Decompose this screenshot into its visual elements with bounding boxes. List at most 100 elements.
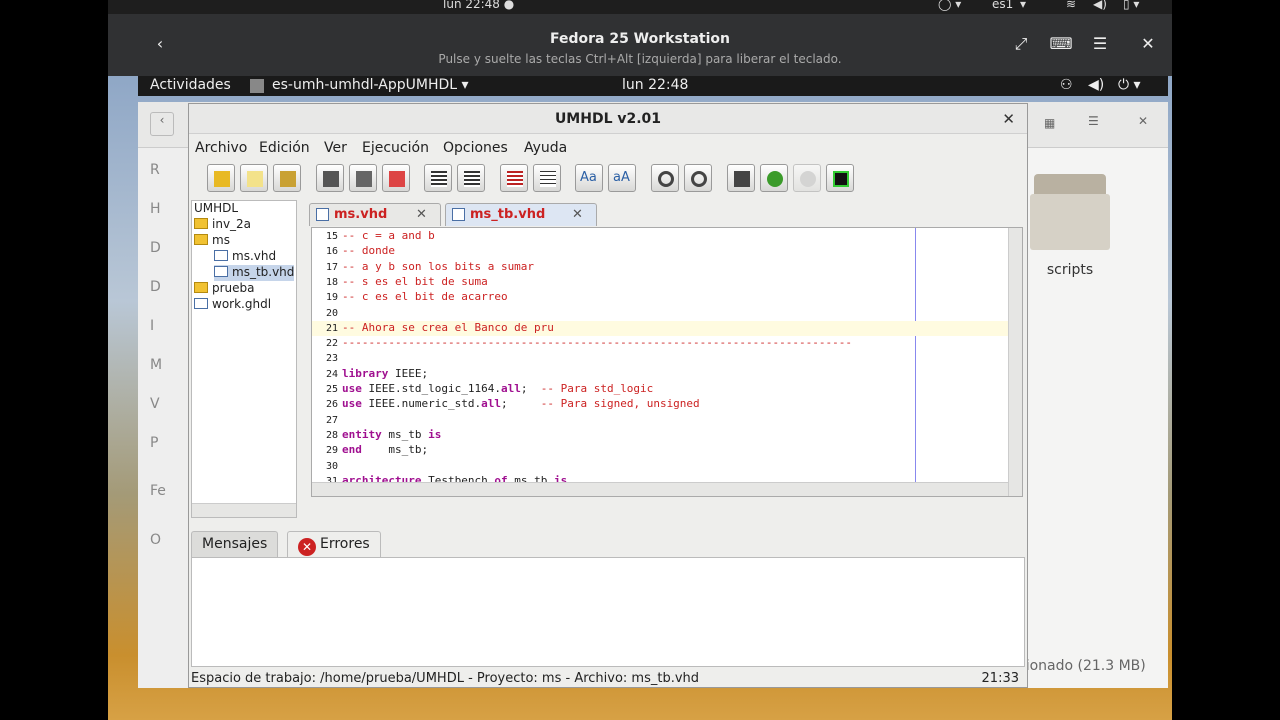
line-number: 20 xyxy=(325,307,338,319)
files-close-icon[interactable]: ✕ xyxy=(1138,114,1148,128)
folder-icon[interactable] xyxy=(1030,172,1110,252)
code-line[interactable]: 15 -- c = a and b xyxy=(312,229,1008,244)
menu-edicion[interactable]: Edición xyxy=(259,140,310,156)
editor-vscrollbar[interactable] xyxy=(1008,228,1022,496)
files-back-icon[interactable]: ‹ xyxy=(150,112,174,136)
build-icon[interactable] xyxy=(727,164,755,192)
sidebar-item-home[interactable]: H xyxy=(150,201,161,217)
sidebar-item-other[interactable]: O xyxy=(150,532,161,548)
code-line[interactable]: 19 -- c es el bit de acarreo xyxy=(312,290,1008,305)
code-line[interactable]: 16 -- donde xyxy=(312,244,1008,259)
pdf-icon[interactable] xyxy=(382,164,410,192)
vhdl-file-icon xyxy=(452,208,465,221)
sidebar-item-images[interactable]: I xyxy=(150,318,154,334)
tab-errores[interactable]: ✕ Errores xyxy=(287,531,381,557)
tab-mensajes[interactable]: Mensajes xyxy=(191,531,279,557)
code-line[interactable]: 21 -- Ahora se crea el Banco de pru xyxy=(312,320,1008,336)
font-decrease-icon[interactable]: aA xyxy=(608,164,636,192)
gnome-clock[interactable]: lun 22:48 xyxy=(622,77,688,93)
keyboard-icon[interactable]: ⌨ xyxy=(1046,34,1076,60)
tab-close-icon[interactable]: ✕ xyxy=(572,207,583,222)
fullscreen-icon[interactable]: ⤢ xyxy=(1006,34,1036,60)
volume-icon[interactable]: ◀) xyxy=(1088,77,1104,93)
line-number: 29 xyxy=(325,445,338,457)
tree-item-inv-2a[interactable]: inv_2a xyxy=(194,217,251,233)
code-line[interactable]: 27 xyxy=(312,413,1008,428)
code-line[interactable]: 23 xyxy=(312,351,1008,366)
power-icon[interactable]: ⏻ ▾ xyxy=(1118,77,1141,93)
tree-item-ms-tb-vhd[interactable]: ms_tb.vhd xyxy=(214,265,295,281)
tree-hscrollbar[interactable] xyxy=(192,503,296,517)
code-line[interactable]: 22 --------------------------------------… xyxy=(312,336,1008,351)
files-menu-icon[interactable]: ☰ xyxy=(1088,114,1099,128)
sidebar-item-music[interactable]: M xyxy=(150,357,162,373)
zoom-in-icon[interactable] xyxy=(651,164,679,192)
sidebar-item-videos[interactable]: V xyxy=(150,396,160,412)
line-number: 28 xyxy=(325,429,338,441)
tree-root[interactable]: UMHDL xyxy=(194,201,238,217)
host-lang[interactable]: es1 xyxy=(992,0,1013,11)
code-line[interactable]: 30 xyxy=(312,459,1008,474)
speaker-icon[interactable]: ◀) xyxy=(1093,0,1107,11)
hamburger-icon[interactable]: ☰ xyxy=(1085,34,1115,60)
waveform-icon[interactable] xyxy=(826,164,854,192)
left-black-border xyxy=(0,0,108,720)
stop-icon[interactable] xyxy=(793,164,821,192)
folder-icon xyxy=(194,218,208,229)
close-icon[interactable]: ✕ xyxy=(1133,34,1163,60)
battery-icon[interactable]: ▯ ▾ xyxy=(1123,0,1139,11)
messages-panel xyxy=(191,557,1025,667)
tab-ms-vhd[interactable]: ms.vhd ✕ xyxy=(309,203,441,226)
settings-gear-icon[interactable] xyxy=(760,164,788,192)
sidebar-item-fedora[interactable]: Fe xyxy=(150,483,166,499)
menu-ejecucion[interactable]: Ejecución xyxy=(362,140,429,156)
app-menu[interactable]: es-umh-umhdl-AppUMHDL ▾ xyxy=(272,77,469,93)
indent-icon[interactable] xyxy=(457,164,485,192)
sidebar-item-trash[interactable]: P xyxy=(150,435,158,451)
code-line[interactable]: 26 use IEEE.numeric_std.all; -- Para sign… xyxy=(312,397,1008,412)
open-folder-icon[interactable] xyxy=(207,164,235,192)
tree-item-ms[interactable]: ms xyxy=(194,233,230,249)
app-close-icon[interactable]: ✕ xyxy=(1002,110,1015,128)
folder-label[interactable]: scripts xyxy=(1018,262,1122,278)
sidebar-item-downloads[interactable]: D xyxy=(150,240,161,256)
tree-item-work-ghdl[interactable]: work.ghdl xyxy=(194,297,271,313)
comment-icon[interactable] xyxy=(500,164,528,192)
code-editor[interactable]: 15 -- c = a and b 16 -- donde 17 -- a y b son… xyxy=(311,227,1023,497)
menu-archivo[interactable]: Archivo xyxy=(195,140,247,156)
code-line[interactable]: 29 end ms_tb; xyxy=(312,443,1008,458)
code-line[interactable]: 20 xyxy=(312,306,1008,321)
code-line[interactable]: 17 -- a y b son los bits a sumar xyxy=(312,260,1008,275)
line-number: 24 xyxy=(325,368,338,380)
tab-ms-tb-vhd[interactable]: ms_tb.vhd ✕ xyxy=(445,203,597,226)
menu-opciones[interactable]: Opciones xyxy=(443,140,508,156)
code-line[interactable]: 28 entity ms_tb is xyxy=(312,428,1008,443)
menu-ver[interactable]: Ver xyxy=(324,140,347,156)
sidebar-item-recent[interactable]: R xyxy=(150,162,160,178)
tab-close-icon[interactable]: ✕ xyxy=(416,207,427,222)
code-line[interactable]: 18 -- s es el bit de suma xyxy=(312,275,1008,290)
wifi-icon[interactable]: ≋ xyxy=(1066,0,1076,11)
zoom-out-icon[interactable] xyxy=(684,164,712,192)
sidebar-item-documents[interactable]: D xyxy=(150,279,161,295)
activities-button[interactable]: Actividades xyxy=(150,77,231,93)
new-file-icon[interactable] xyxy=(240,164,268,192)
save-all-icon[interactable] xyxy=(349,164,377,192)
editor-hscrollbar[interactable] xyxy=(312,482,1008,496)
open-project-icon[interactable] xyxy=(273,164,301,192)
code-line[interactable]: 24 library IEEE; xyxy=(312,367,1008,382)
save-icon[interactable] xyxy=(316,164,344,192)
font-increase-icon[interactable]: Aa xyxy=(575,164,603,192)
grid-view-icon[interactable]: ▦ xyxy=(1044,116,1055,130)
line-code: -- s es el bit de suma xyxy=(342,274,488,288)
tree-item-prueba[interactable]: prueba xyxy=(194,281,255,297)
menu-ayuda[interactable]: Ayuda xyxy=(524,140,567,156)
code-line[interactable]: 25 use IEEE.std_logic_1164.all; -- Para s… xyxy=(312,382,1008,397)
tree-item-ms-vhd[interactable]: ms.vhd xyxy=(214,249,276,265)
uncomment-icon[interactable] xyxy=(533,164,561,192)
host-lang-caret[interactable]: ▾ xyxy=(1020,0,1026,11)
unindent-icon[interactable] xyxy=(424,164,452,192)
vm-viewer-header: ‹ Fedora 25 Workstation Pulse y suelte l… xyxy=(108,14,1172,76)
network-icon[interactable]: ⚇ xyxy=(1060,77,1073,93)
line-number: 21 xyxy=(325,322,338,334)
